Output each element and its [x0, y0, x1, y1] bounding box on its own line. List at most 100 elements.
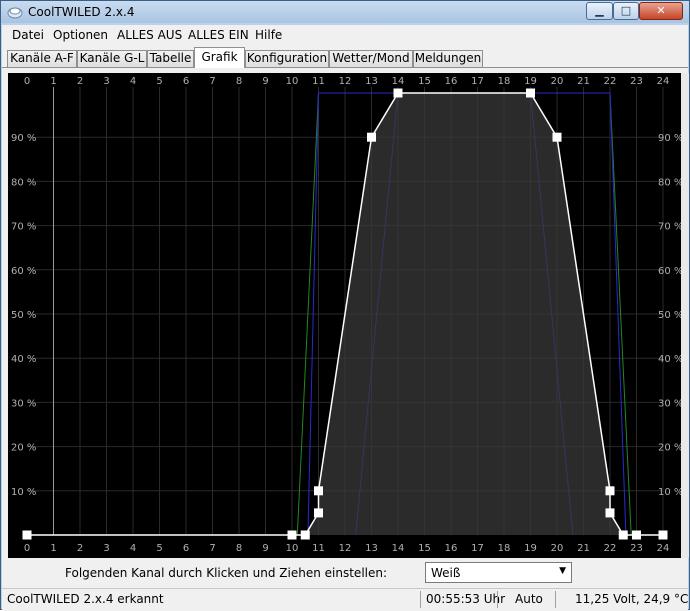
minimize-icon: ▁ — [595, 4, 604, 17]
status-mode: Auto — [515, 592, 543, 606]
y-tick-label-left: 10 % — [11, 487, 36, 498]
x-tick-label-top: 13 — [365, 76, 378, 87]
x-tick-label-bottom: 24 — [657, 543, 670, 554]
menu-optionen[interactable]: Optionen — [53, 28, 108, 42]
minimize-button[interactable]: ▁ — [586, 2, 613, 20]
x-tick-label-top: 2 — [77, 76, 83, 87]
x-tick-label-bottom: 7 — [209, 543, 215, 554]
series-point-handle[interactable] — [605, 486, 615, 496]
y-tick-label-right: 50 % — [658, 310, 681, 321]
x-tick-label-bottom: 16 — [445, 543, 458, 554]
x-tick-label-top: 1 — [50, 76, 56, 87]
x-tick-label-bottom: 0 — [24, 543, 30, 554]
series-point-handle[interactable] — [605, 508, 615, 518]
series-point-handle[interactable] — [618, 530, 628, 540]
x-tick-label-bottom: 20 — [551, 543, 564, 554]
tab-konfiguration[interactable]: Konfiguration — [245, 50, 329, 67]
x-tick-label-bottom: 10 — [286, 543, 299, 554]
x-tick-label-top: 8 — [236, 76, 242, 87]
x-tick-label-top: 22 — [604, 76, 617, 87]
x-tick-label-top: 15 — [418, 76, 431, 87]
x-tick-label-bottom: 13 — [365, 543, 378, 554]
x-tick-label-bottom: 8 — [236, 543, 242, 554]
x-tick-label-top: 20 — [551, 76, 564, 87]
tab-grafik[interactable]: Grafik — [194, 47, 245, 68]
x-tick-label-top: 3 — [103, 76, 109, 87]
y-tick-label-right: 30 % — [658, 398, 681, 409]
series-point-handle[interactable] — [22, 530, 32, 540]
tab-meldungen[interactable]: Meldungen — [413, 50, 483, 67]
y-tick-label-right: 40 % — [658, 354, 681, 365]
x-tick-label-bottom: 22 — [604, 543, 617, 554]
tab-tabelle[interactable]: Tabelle — [147, 50, 194, 67]
x-tick-label-bottom: 6 — [183, 543, 189, 554]
menu-alles-ein[interactable]: ALLES EIN — [188, 28, 249, 42]
series-point-handle[interactable] — [526, 88, 535, 98]
app-window: CoolTWILED 2.x.4 ▁ □ ✕ Datei Optionen AL… — [0, 0, 690, 611]
tab-kanaele-a-f[interactable]: Kanäle A-F — [7, 50, 77, 67]
app-icon — [7, 7, 23, 19]
status-device: CoolTWILED 2.x.4 erkannt — [7, 592, 164, 606]
x-tick-label-top: 14 — [392, 76, 405, 87]
series-point-handle[interactable] — [314, 508, 323, 518]
x-tick-label-top: 16 — [445, 76, 458, 87]
tab-kanaele-g-l[interactable]: Kanäle G-L — [77, 50, 147, 67]
maximize-button[interactable]: □ — [613, 2, 639, 20]
status-time: 00:55:53 Uhr — [426, 592, 506, 606]
y-tick-label-right: 60 % — [658, 266, 681, 277]
x-tick-label-bottom: 5 — [156, 543, 162, 554]
x-tick-label-top: 10 — [286, 76, 299, 87]
x-tick-label-bottom: 23 — [630, 543, 643, 554]
y-tick-label-left: 40 % — [11, 354, 36, 365]
series-point-handle[interactable] — [300, 530, 310, 540]
x-tick-label-top: 7 — [209, 76, 215, 87]
tab-strip: Kanäle A-F Kanäle G-L Tabelle Grafik Kon… — [2, 45, 688, 68]
x-tick-label-top: 21 — [577, 76, 590, 87]
x-tick-label-top: 23 — [630, 76, 643, 87]
series-point-handle[interactable] — [314, 486, 323, 496]
x-tick-label-top: 11 — [312, 76, 325, 87]
x-tick-label-bottom: 21 — [577, 543, 590, 554]
x-tick-label-bottom: 1 — [50, 543, 56, 554]
y-tick-label-left: 70 % — [11, 222, 36, 233]
x-tick-label-top: 19 — [524, 76, 537, 87]
chart-canvas[interactable]: 0011223344556677889910101111121213131414… — [8, 73, 681, 558]
x-tick-label-bottom: 19 — [524, 543, 537, 554]
y-tick-label-left: 60 % — [11, 266, 36, 277]
channel-select[interactable]: Weiß ▼ — [425, 562, 572, 583]
x-tick-label-top: 12 — [339, 76, 352, 87]
menu-hilfe[interactable]: Hilfe — [255, 28, 282, 42]
status-bar: CoolTWILED 2.x.4 erkannt 00:55:53 Uhr Au… — [2, 588, 688, 611]
channel-select-value: Weiß — [431, 566, 461, 580]
x-tick-label-top: 0 — [24, 76, 30, 87]
x-tick-label-top: 9 — [262, 76, 268, 87]
series-point-handle[interactable] — [632, 530, 641, 540]
x-tick-label-bottom: 17 — [471, 543, 484, 554]
status-separator — [555, 591, 556, 608]
x-tick-label-bottom: 2 — [77, 543, 83, 554]
tab-wetter-mond[interactable]: Wetter/Mond — [329, 50, 413, 67]
menu-datei[interactable]: Datei — [12, 28, 44, 42]
series-point-handle[interactable] — [367, 132, 376, 142]
series-point-handle[interactable] — [658, 530, 668, 540]
series-point-handle[interactable] — [287, 530, 297, 540]
y-tick-label-left: 50 % — [11, 310, 36, 321]
vertical-scrollbar[interactable] — [681, 73, 689, 558]
window-title: CoolTWILED 2.x.4 — [28, 5, 135, 19]
series-point-handle[interactable] — [552, 132, 562, 142]
x-tick-label-top: 6 — [183, 76, 189, 87]
x-tick-label-bottom: 4 — [130, 543, 136, 554]
y-tick-label-right: 90 % — [658, 133, 681, 144]
close-button[interactable]: ✕ — [639, 2, 683, 20]
x-tick-label-bottom: 9 — [262, 543, 268, 554]
x-tick-label-bottom: 14 — [392, 543, 405, 554]
y-tick-label-left: 90 % — [11, 133, 36, 144]
light-curve-chart[interactable]: 0 0 1 1 2 2 3 3 4 4 5 5 6 6 7 7 8 8 9 9 10 10 11 11 12 12 13 13 14 14… — [8, 73, 681, 558]
series-point-handle[interactable] — [393, 88, 403, 98]
y-tick-label-right: 70 % — [658, 222, 681, 233]
x-tick-label-top: 5 — [156, 76, 162, 87]
x-tick-label-bottom: 3 — [103, 543, 109, 554]
title-bar: CoolTWILED 2.x.4 ▁ □ ✕ — [1, 1, 689, 23]
y-tick-label-right: 10 % — [658, 487, 681, 498]
menu-alles-aus[interactable]: ALLES AUS — [117, 28, 182, 42]
